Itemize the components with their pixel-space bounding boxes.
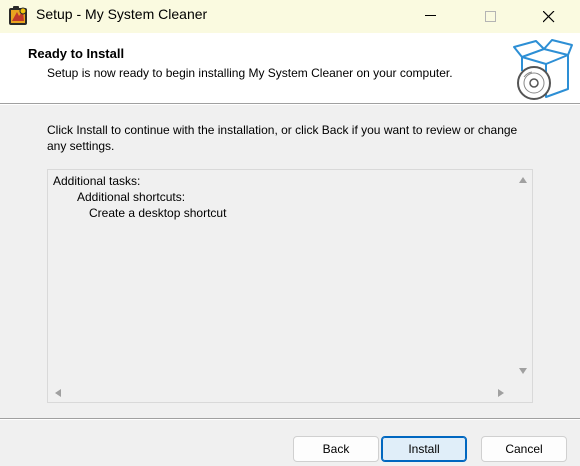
scroll-left-icon[interactable] xyxy=(55,389,61,397)
title-bar[interactable]: Setup - My System Cleaner xyxy=(0,0,580,33)
window-title: Setup - My System Cleaner xyxy=(36,6,208,22)
wizard-header: Ready to Install Setup is now ready to b… xyxy=(0,33,580,103)
install-button[interactable]: Install xyxy=(381,436,467,462)
close-button[interactable] xyxy=(526,0,572,33)
header-divider xyxy=(0,103,580,105)
vertical-scrollbar[interactable] xyxy=(515,170,532,382)
software-box-disc-icon xyxy=(513,39,573,100)
back-button[interactable]: Back xyxy=(293,436,379,462)
ready-memo[interactable]: Additional tasks: Additional shortcuts: Cr… xyxy=(47,169,533,403)
minimize-icon xyxy=(425,15,436,16)
memo-line: Additional tasks: xyxy=(53,174,141,188)
maximize-icon xyxy=(485,11,496,22)
maximize-button[interactable] xyxy=(468,0,514,33)
minimize-button[interactable] xyxy=(408,0,454,33)
memo-content: Additional tasks: Additional shortcuts: Cr… xyxy=(53,173,226,221)
memo-line: Create a desktop shortcut xyxy=(89,206,227,220)
close-icon xyxy=(543,11,555,23)
setup-window: Setup - My System Cleaner Ready to Insta… xyxy=(0,0,580,466)
install-instructions: Click Install to continue with the insta… xyxy=(47,123,518,153)
cancel-button[interactable]: Cancel xyxy=(481,436,567,462)
memo-line: Additional shortcuts: xyxy=(77,190,186,204)
page-subtitle: Setup is now ready to begin installing M… xyxy=(47,66,453,80)
horizontal-scrollbar[interactable] xyxy=(48,383,515,402)
page-title: Ready to Install xyxy=(28,46,125,61)
scroll-up-icon[interactable] xyxy=(519,177,527,183)
scroll-right-icon[interactable] xyxy=(498,389,504,397)
scroll-down-icon[interactable] xyxy=(519,368,527,374)
app-installer-icon xyxy=(9,6,27,25)
footer-divider xyxy=(0,418,580,420)
